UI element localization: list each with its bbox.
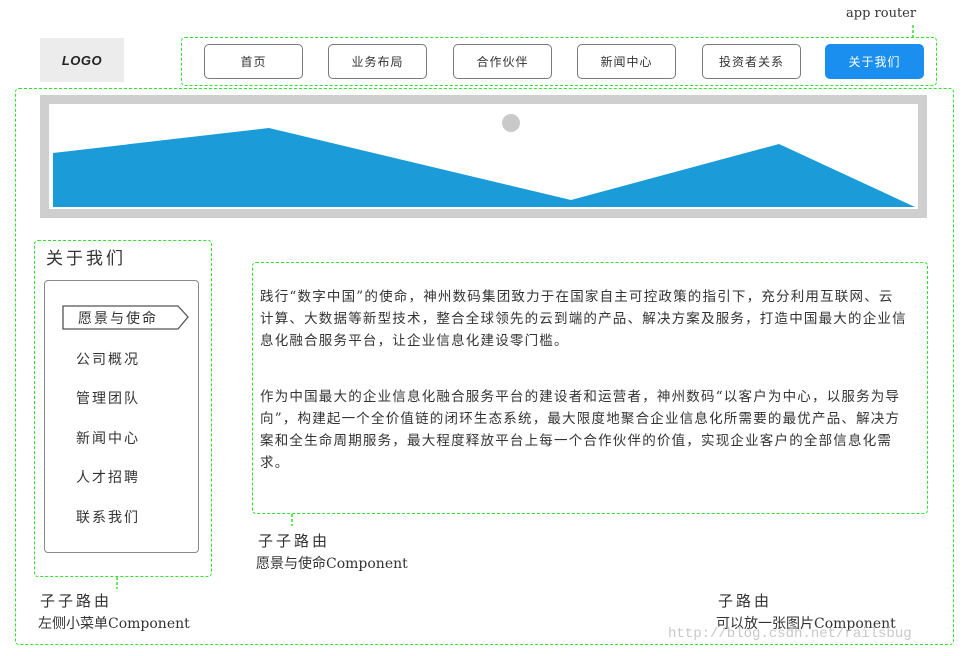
content-annotation-component: 愿景与使命Component <box>256 556 408 572</box>
content-paragraph-1: 践行“数字中国”的使命，神州数码集团致力于在国家自主可控政策的指引下，充分利用互… <box>260 289 907 349</box>
app-router-label: app router <box>846 6 917 21</box>
nav-business-button[interactable]: 业务布局 <box>328 44 427 79</box>
nav-news-button[interactable]: 新闻中心 <box>577 44 676 79</box>
content-annotation-title: 子子路由 <box>258 532 331 550</box>
nav-home-button[interactable]: 首页 <box>204 44 303 79</box>
mountain-image-icon <box>53 114 915 207</box>
sidebar-annotation-pointer <box>116 577 118 589</box>
watermark: http://blog.csdn.net/railsbug <box>668 626 912 642</box>
sidebar-title: 关于我们 <box>46 249 126 269</box>
nav-about-button[interactable]: 关于我们 <box>825 44 924 79</box>
sidebar-annotation-title: 子子路由 <box>40 592 113 610</box>
sidebar-item-label: 愿景与使命 <box>78 311 158 327</box>
nav-investors-button[interactable]: 投资者关系 <box>702 44 801 79</box>
content-paragraph-2: 作为中国最大的企业信息化融合服务平台的建设者和运营者，神州数码“以客户为中心，以… <box>260 389 901 471</box>
logo[interactable]: LOGO <box>40 38 124 82</box>
banner-image <box>40 95 927 218</box>
nav-partners-button[interactable]: 合作伙伴 <box>453 44 552 79</box>
sidebar-item-vision-active[interactable]: 愿景与使命 <box>62 304 189 331</box>
sidebar-annotation-component: 左侧小菜单Component <box>38 616 190 632</box>
content-annotation-pointer <box>291 514 293 526</box>
sub-route-annotation-title: 子路由 <box>718 592 773 610</box>
